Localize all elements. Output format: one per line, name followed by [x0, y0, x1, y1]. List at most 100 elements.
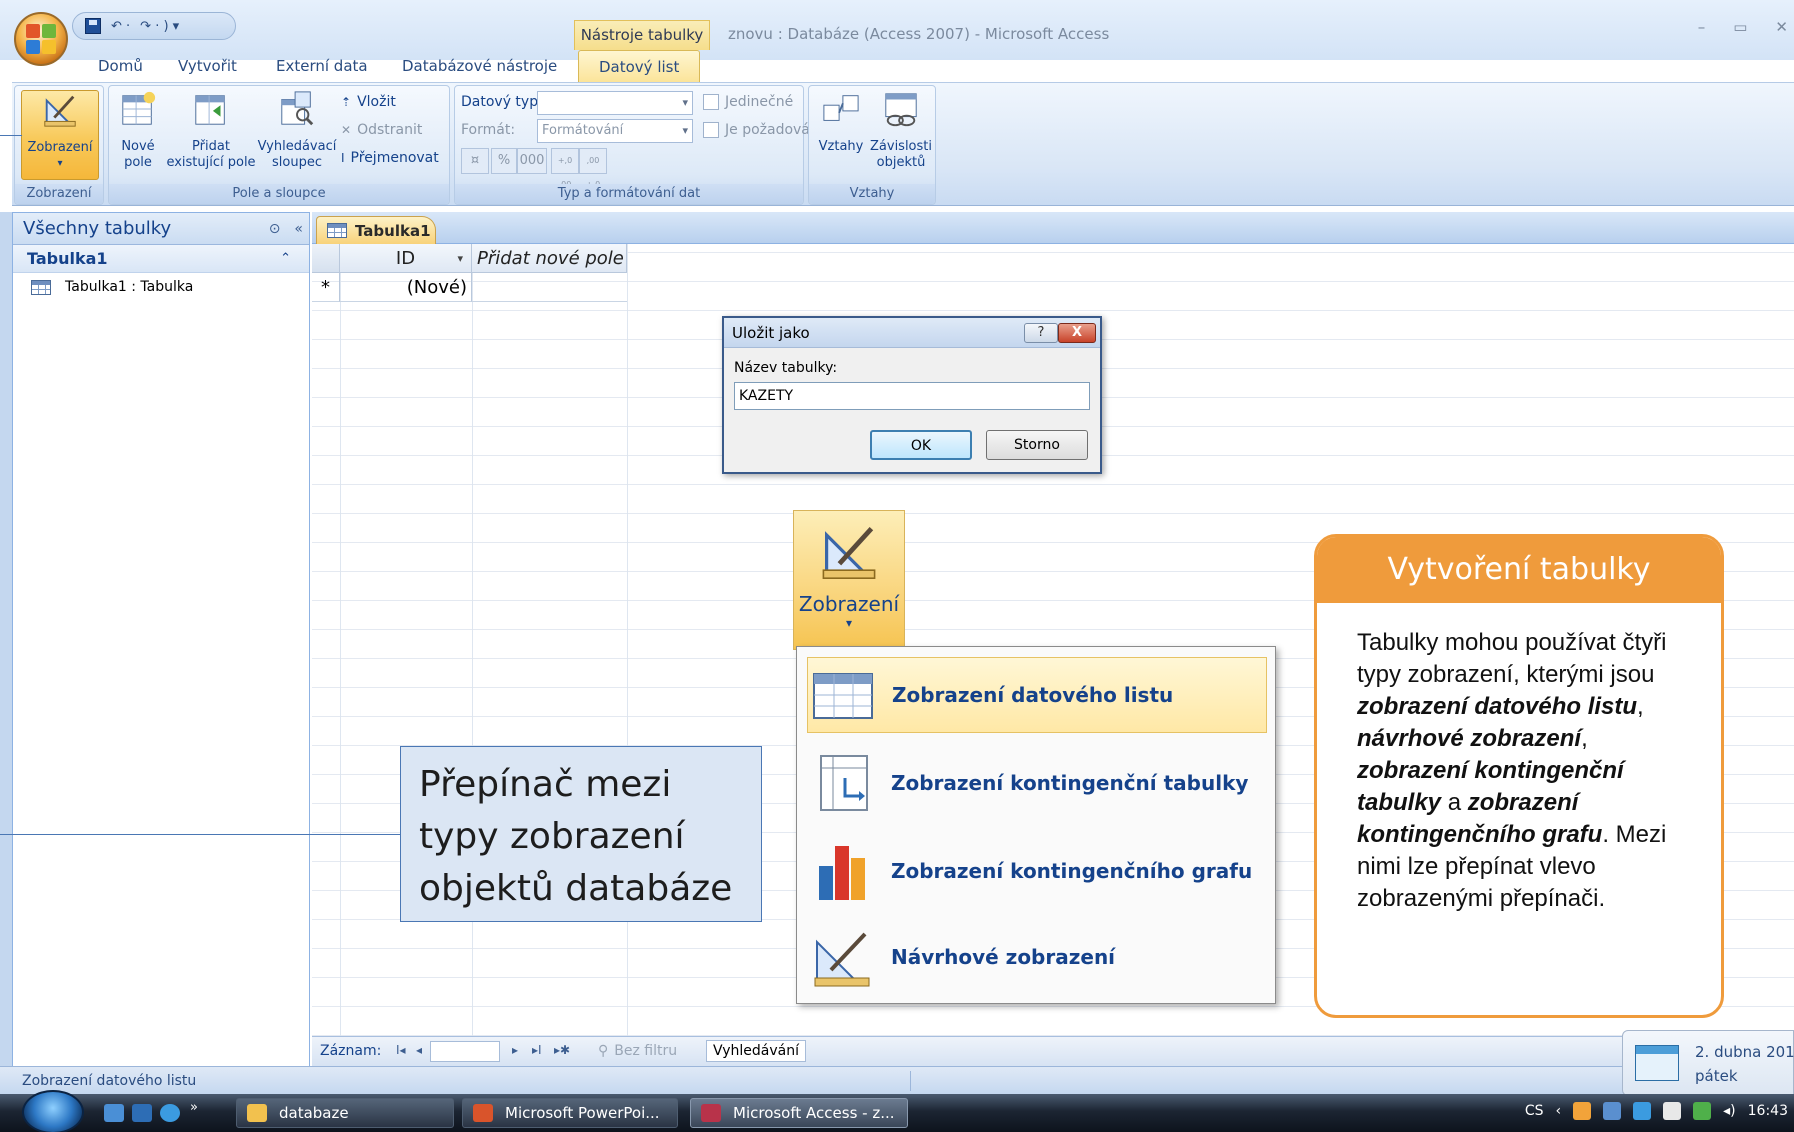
new-record-icon[interactable]: ▸✱ [554, 1043, 570, 1057]
insert-label: Vložit [357, 94, 396, 110]
menu-item-pivottable-view[interactable]: Zobrazení kontingenční tabulky [807, 745, 1267, 821]
column-header-id[interactable]: ID [340, 244, 472, 273]
tab-datovy-list[interactable]: Datový list [578, 50, 701, 82]
dialog-title-bar: Uložit jako ? X [724, 318, 1100, 348]
lookup-column-button[interactable]: Vyhledávací sloupec [255, 90, 339, 171]
group-zobrazeni: Zobrazení ▾ Zobrazení [14, 85, 104, 205]
tray-arrow-icon[interactable]: ‹ [1556, 1103, 1562, 1119]
save-icon[interactable] [85, 18, 101, 34]
start-button[interactable] [22, 1090, 84, 1132]
add-existing-label-2: existující pole [166, 155, 256, 170]
currency-icon[interactable]: ¤ [461, 148, 489, 174]
lookup-column-icon [281, 91, 314, 126]
format-combo[interactable]: Formátování [537, 119, 693, 143]
data-type-label: Datový typ: [461, 94, 543, 110]
maximize-icon[interactable]: ▭ [1733, 18, 1747, 36]
menu-item-label: Zobrazení kontingenční tabulky [891, 771, 1249, 795]
task-databaze[interactable]: databaze [236, 1098, 454, 1128]
id-cell[interactable]: (Nové) [340, 273, 472, 302]
add-field-cell[interactable] [472, 273, 627, 302]
clock[interactable]: 16:43 [1748, 1103, 1788, 1119]
tray-app-icon[interactable] [1573, 1102, 1592, 1120]
tab-vytvorit[interactable]: Vytvořit [158, 50, 257, 82]
switch-windows-icon[interactable] [132, 1104, 152, 1122]
document-tab-tabulka1[interactable]: Tabulka1 [316, 216, 436, 244]
browser-icon[interactable] [160, 1104, 180, 1122]
volume-icon[interactable]: ◂) [1723, 1103, 1736, 1119]
design-view-icon [814, 932, 870, 987]
nav-dropdown-icon[interactable]: ⊙ [269, 213, 281, 245]
task-access[interactable]: Microsoft Access - z... [690, 1098, 908, 1128]
table-name-input[interactable]: KAZETY [734, 382, 1090, 410]
collapse-pane-icon[interactable]: « [294, 213, 303, 245]
nav-group-tabulka1[interactable]: Tabulka1 ⌃ [13, 245, 309, 273]
prev-record-icon[interactable]: ◂ [416, 1043, 422, 1057]
office-button[interactable] [14, 12, 68, 66]
select-all-corner[interactable] [312, 244, 340, 273]
redo-icon[interactable]: ↷ · ) ▾ [140, 19, 179, 34]
decrease-decimals-button[interactable]: ,00 +,0 [579, 148, 607, 189]
column-header-add-field[interactable]: Přidat nové pole [472, 244, 627, 273]
more-quicklaunch-icon[interactable]: » [190, 1100, 210, 1118]
undo-icon[interactable]: ↶ · [111, 19, 130, 34]
last-record-icon[interactable]: ▸I [532, 1043, 542, 1057]
task-powerpoint[interactable]: Microsoft PowerPoi... [462, 1098, 678, 1128]
cancel-button[interactable]: Storno [986, 430, 1088, 460]
relationships-button[interactable]: Vztahy [813, 90, 869, 155]
tray-app-icon[interactable] [1633, 1102, 1652, 1120]
design-view-icon [822, 526, 876, 579]
search-input[interactable]: Vyhledávání [706, 1040, 806, 1062]
info-emph: návrhové zobrazení [1357, 725, 1582, 752]
nav-item-tabulka1[interactable]: Tabulka1 : Tabulka [13, 273, 309, 301]
language-indicator[interactable]: CS [1525, 1103, 1544, 1119]
quick-access-toolbar: ↶ · ↷ · ) ▾ [72, 12, 236, 40]
add-existing-field-button[interactable]: Přidat existující pole [165, 90, 257, 171]
minimize-icon[interactable]: – [1698, 18, 1706, 36]
tab-externi-data[interactable]: Externí data [256, 50, 388, 82]
checkbox-icon [703, 122, 719, 138]
help-button[interactable]: ? [1024, 323, 1058, 343]
menu-item-design-view[interactable]: Návrhové zobrazení [807, 919, 1267, 995]
view-menu: Zobrazení datového listu Zobrazení konti… [796, 646, 1276, 1004]
ribbon: Zobrazení ▾ Zobrazení Nové pole Přidat e… [12, 82, 1794, 206]
thousands-button[interactable]: 000 [517, 148, 547, 174]
nav-item-label: Tabulka1 : Tabulka [65, 279, 194, 295]
status-text: Zobrazení datového listu [22, 1073, 197, 1089]
tab-databazove-nastroje[interactable]: Databázové nástroje [382, 50, 577, 82]
nav-header[interactable]: Všechny tabulky ⊙ « [13, 213, 309, 245]
next-record-icon[interactable]: ▸ [512, 1043, 518, 1057]
filter-indicator[interactable]: ⚲ Bez filtru [598, 1043, 677, 1059]
first-record-icon[interactable]: I◂ [396, 1043, 406, 1057]
tray-app-icon[interactable] [1603, 1102, 1622, 1120]
callout-line-2: typy zobrazení [419, 816, 685, 857]
group-label-pole: Pole a sloupce [109, 184, 449, 204]
insert-button[interactable]: ⇡ Vložit [341, 94, 396, 110]
menu-item-datasheet-view[interactable]: Zobrazení datového listu [807, 657, 1267, 733]
object-dependencies-button[interactable]: Závislosti objektů [869, 90, 933, 171]
dialog-close-button[interactable]: X [1058, 323, 1096, 343]
tab-domu[interactable]: Domů [78, 50, 163, 82]
rename-button[interactable]: Ⅰ Přejmenovat [341, 150, 439, 166]
new-record-marker[interactable]: * [312, 273, 340, 302]
callout-box: Přepínač mezi typy zobrazení objektů dat… [400, 746, 762, 922]
object-dependencies-icon [885, 93, 917, 127]
tray-app-icon[interactable] [1663, 1102, 1682, 1120]
table-icon [327, 223, 347, 238]
increase-decimals-button[interactable]: +,0 ,00 [551, 148, 579, 189]
view-button-illustration: Zobrazení ▾ [793, 510, 905, 650]
view-button[interactable]: Zobrazení ▾ [21, 90, 99, 180]
delete-button[interactable]: ✕ Odstranit [341, 122, 422, 138]
close-icon[interactable]: ✕ [1775, 18, 1788, 36]
menu-item-pivotchart-view[interactable]: Zobrazení kontingenčního grafu [807, 833, 1267, 909]
ok-button[interactable]: OK [870, 430, 972, 460]
new-field-button[interactable]: Nové pole [111, 90, 165, 171]
record-number-input[interactable] [430, 1041, 500, 1062]
relationships-label: Vztahy [818, 139, 864, 154]
data-type-combo[interactable] [537, 91, 693, 115]
show-desktop-icon[interactable] [104, 1104, 124, 1122]
network-icon[interactable] [1693, 1102, 1712, 1120]
percent-button[interactable]: % [491, 148, 517, 174]
unique-checkbox[interactable]: Jedinečné [703, 94, 793, 110]
dialog-title: Uložit jako [732, 324, 810, 342]
connector-line [0, 834, 400, 835]
